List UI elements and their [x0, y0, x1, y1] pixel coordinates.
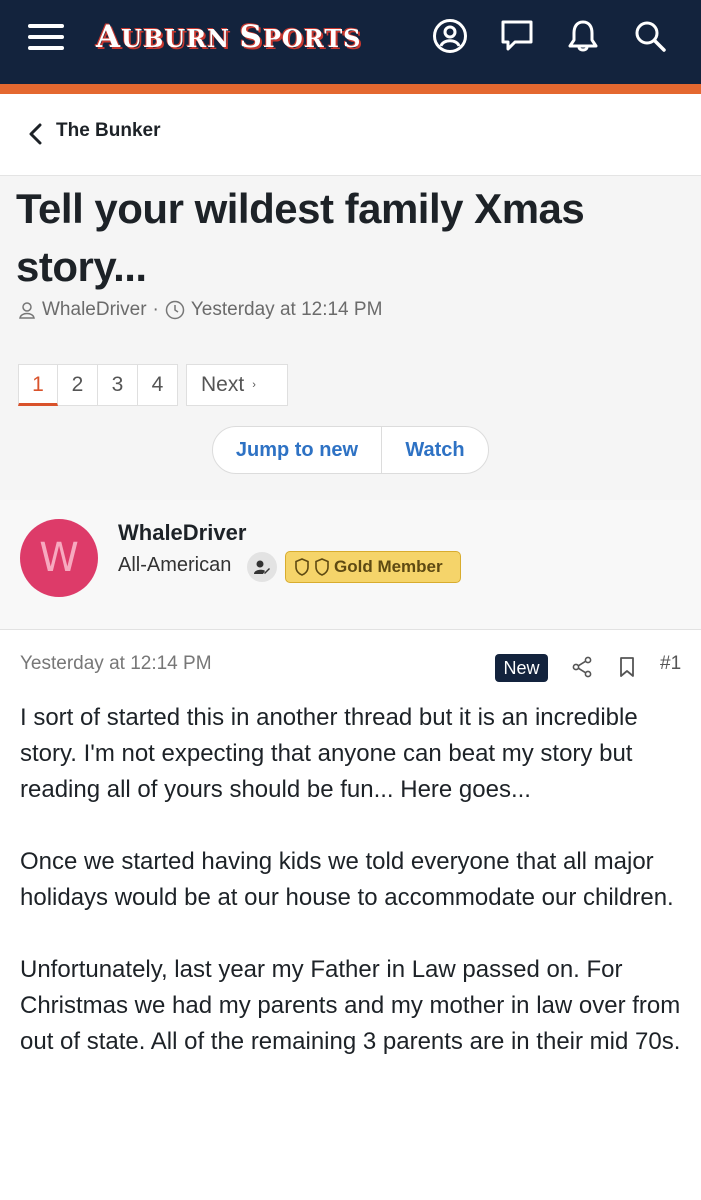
- shield-icon: [295, 558, 309, 576]
- next-page-label: Next: [201, 373, 245, 396]
- jump-to-new-button[interactable]: Jump to new: [213, 427, 382, 473]
- user-edit-icon: [247, 552, 277, 582]
- thread-actions: Jump to new Watch: [212, 426, 489, 474]
- watch-button[interactable]: Watch: [382, 427, 488, 473]
- page-link-3[interactable]: 3: [98, 364, 138, 406]
- post-header: Yesterday at 12:14 PM New #1: [0, 631, 701, 701]
- chevron-left-icon[interactable]: [26, 122, 46, 146]
- poster-title: All-American: [118, 554, 232, 576]
- breadcrumb: The Bunker: [0, 94, 701, 176]
- avatar[interactable]: W: [20, 519, 98, 597]
- alerts-icon[interactable]: [563, 16, 603, 56]
- chevron-right-icon: ›: [252, 379, 256, 391]
- poster-name[interactable]: WhaleDriver: [118, 520, 246, 546]
- thread-header: Tell your wildest family Xmas story... W…: [0, 176, 701, 500]
- pagination: 1 2 3 4 Next ›: [18, 364, 288, 406]
- thread-author[interactable]: WhaleDriver: [42, 299, 147, 321]
- page-title: Tell your wildest family Xmas story...: [16, 185, 585, 290]
- conversations-icon[interactable]: [497, 16, 537, 56]
- thread-date[interactable]: Yesterday at 12:14 PM: [191, 299, 383, 321]
- new-badge: New: [495, 654, 548, 682]
- site-logo[interactable]: AUBURN SPORTS: [96, 14, 362, 60]
- page-link-4[interactable]: 4: [138, 364, 178, 406]
- post-number-link[interactable]: #1: [660, 653, 681, 675]
- search-icon[interactable]: [630, 16, 670, 56]
- badge-label: Gold Member: [334, 557, 443, 576]
- post-paragraph: Once we started having kids we told ever…: [20, 848, 674, 911]
- post-date[interactable]: Yesterday at 12:14 PM: [20, 653, 212, 675]
- page-link-2[interactable]: 2: [58, 364, 98, 406]
- share-icon[interactable]: [570, 655, 594, 679]
- bookmark-icon[interactable]: [615, 655, 639, 679]
- post-user-info: W WhaleDriver All-American Gold Member: [0, 500, 701, 630]
- gold-member-badge: Gold Member: [285, 551, 461, 583]
- top-navigation-bar: AUBURN SPORTS: [0, 0, 701, 84]
- post-paragraph: Unfortunately, last year my Father in La…: [20, 956, 681, 1055]
- account-icon[interactable]: [430, 16, 470, 56]
- header-accent-stripe: [0, 84, 701, 94]
- post-content: I sort of started this in another thread…: [20, 700, 690, 1096]
- next-page-button[interactable]: Next ›: [186, 364, 288, 406]
- clock-icon: [165, 300, 185, 320]
- meta-separator: ·: [152, 299, 159, 320]
- user-icon: [19, 302, 35, 319]
- page-link-1[interactable]: 1: [18, 364, 58, 406]
- breadcrumb-link[interactable]: The Bunker: [56, 120, 161, 142]
- thread-meta: WhaleDriver · Yesterday at 12:14 PM: [18, 296, 382, 324]
- shield-icon: [315, 558, 329, 576]
- menu-icon[interactable]: [28, 22, 66, 52]
- post-paragraph: I sort of started this in another thread…: [20, 704, 638, 803]
